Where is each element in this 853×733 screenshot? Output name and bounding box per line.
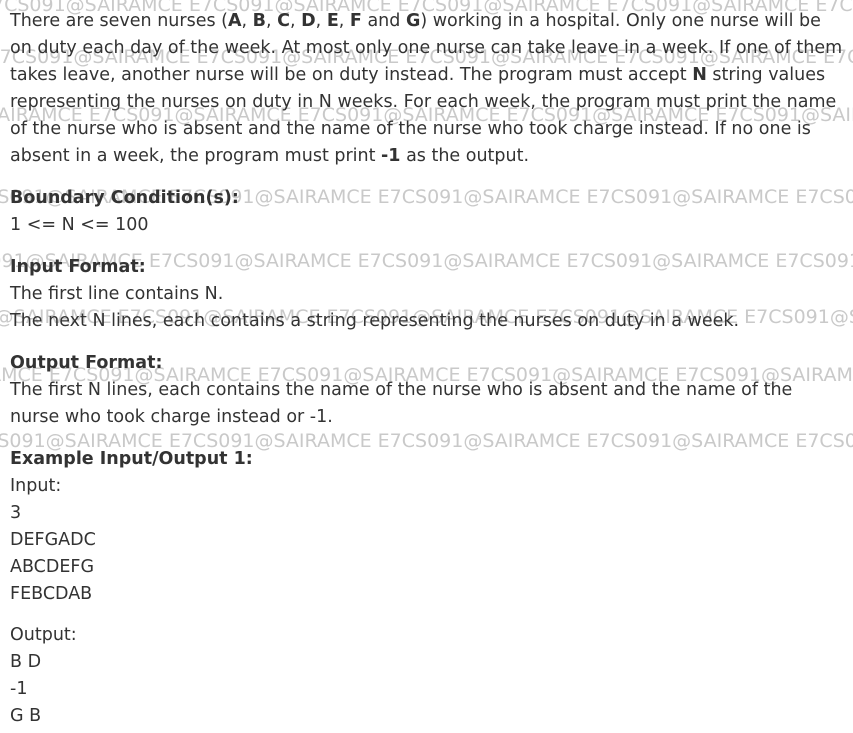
description-text: There are seven nurses ( — [10, 11, 228, 31]
boundary-heading: Boundary Condition(s): — [10, 188, 239, 208]
example-input-line: ABCDEFG — [10, 557, 95, 577]
example-heading: Example Input/Output 1: — [10, 449, 253, 469]
problem-page: E7CS091@SAIRAMCE E7CS091@SAIRAMCE E7CS09… — [0, 0, 853, 733]
input-format-heading: Input Format: — [10, 257, 146, 277]
nurse-name: E — [326, 11, 339, 31]
input-format-line: The first line contains N. — [10, 284, 224, 304]
separator: , — [338, 11, 350, 31]
problem-content: There are seven nurses (A, B, C, D, E, F… — [0, 0, 853, 730]
example-output-line: G B — [10, 706, 42, 726]
separator: , — [266, 11, 278, 31]
example-input-line: 3 — [10, 503, 22, 523]
separator: and — [361, 11, 406, 31]
example-output-label: Output: — [10, 625, 77, 645]
nurse-name: B — [252, 11, 267, 31]
output-format-text: The first N lines, each contains the nam… — [10, 380, 793, 427]
example-input-line: DEFGADC — [10, 530, 96, 550]
nurse-name: G — [405, 11, 421, 31]
description-text: as the output. — [400, 146, 530, 166]
separator: , — [241, 11, 253, 31]
example-output-line: B D — [10, 652, 42, 672]
separator: , — [290, 11, 302, 31]
nurse-name: F — [349, 11, 362, 31]
nurse-name: A — [227, 11, 242, 31]
separator: , — [315, 11, 327, 31]
boundary-line: 1 <= N <= 100 — [10, 215, 149, 235]
example-input-line: FEBCDAB — [10, 584, 93, 604]
output-format-heading: Output Format: — [10, 353, 163, 373]
example-output-line: -1 — [10, 679, 28, 699]
minus-one-value: -1 — [381, 146, 401, 166]
input-format-line: The next N lines, each contains a string… — [10, 311, 740, 331]
problem-description: There are seven nurses (A, B, C, D, E, F… — [10, 8, 843, 170]
example-input-label: Input: — [10, 476, 62, 496]
nurse-name: D — [301, 11, 316, 31]
variable-n: N — [692, 65, 707, 85]
nurse-name: C — [277, 11, 290, 31]
